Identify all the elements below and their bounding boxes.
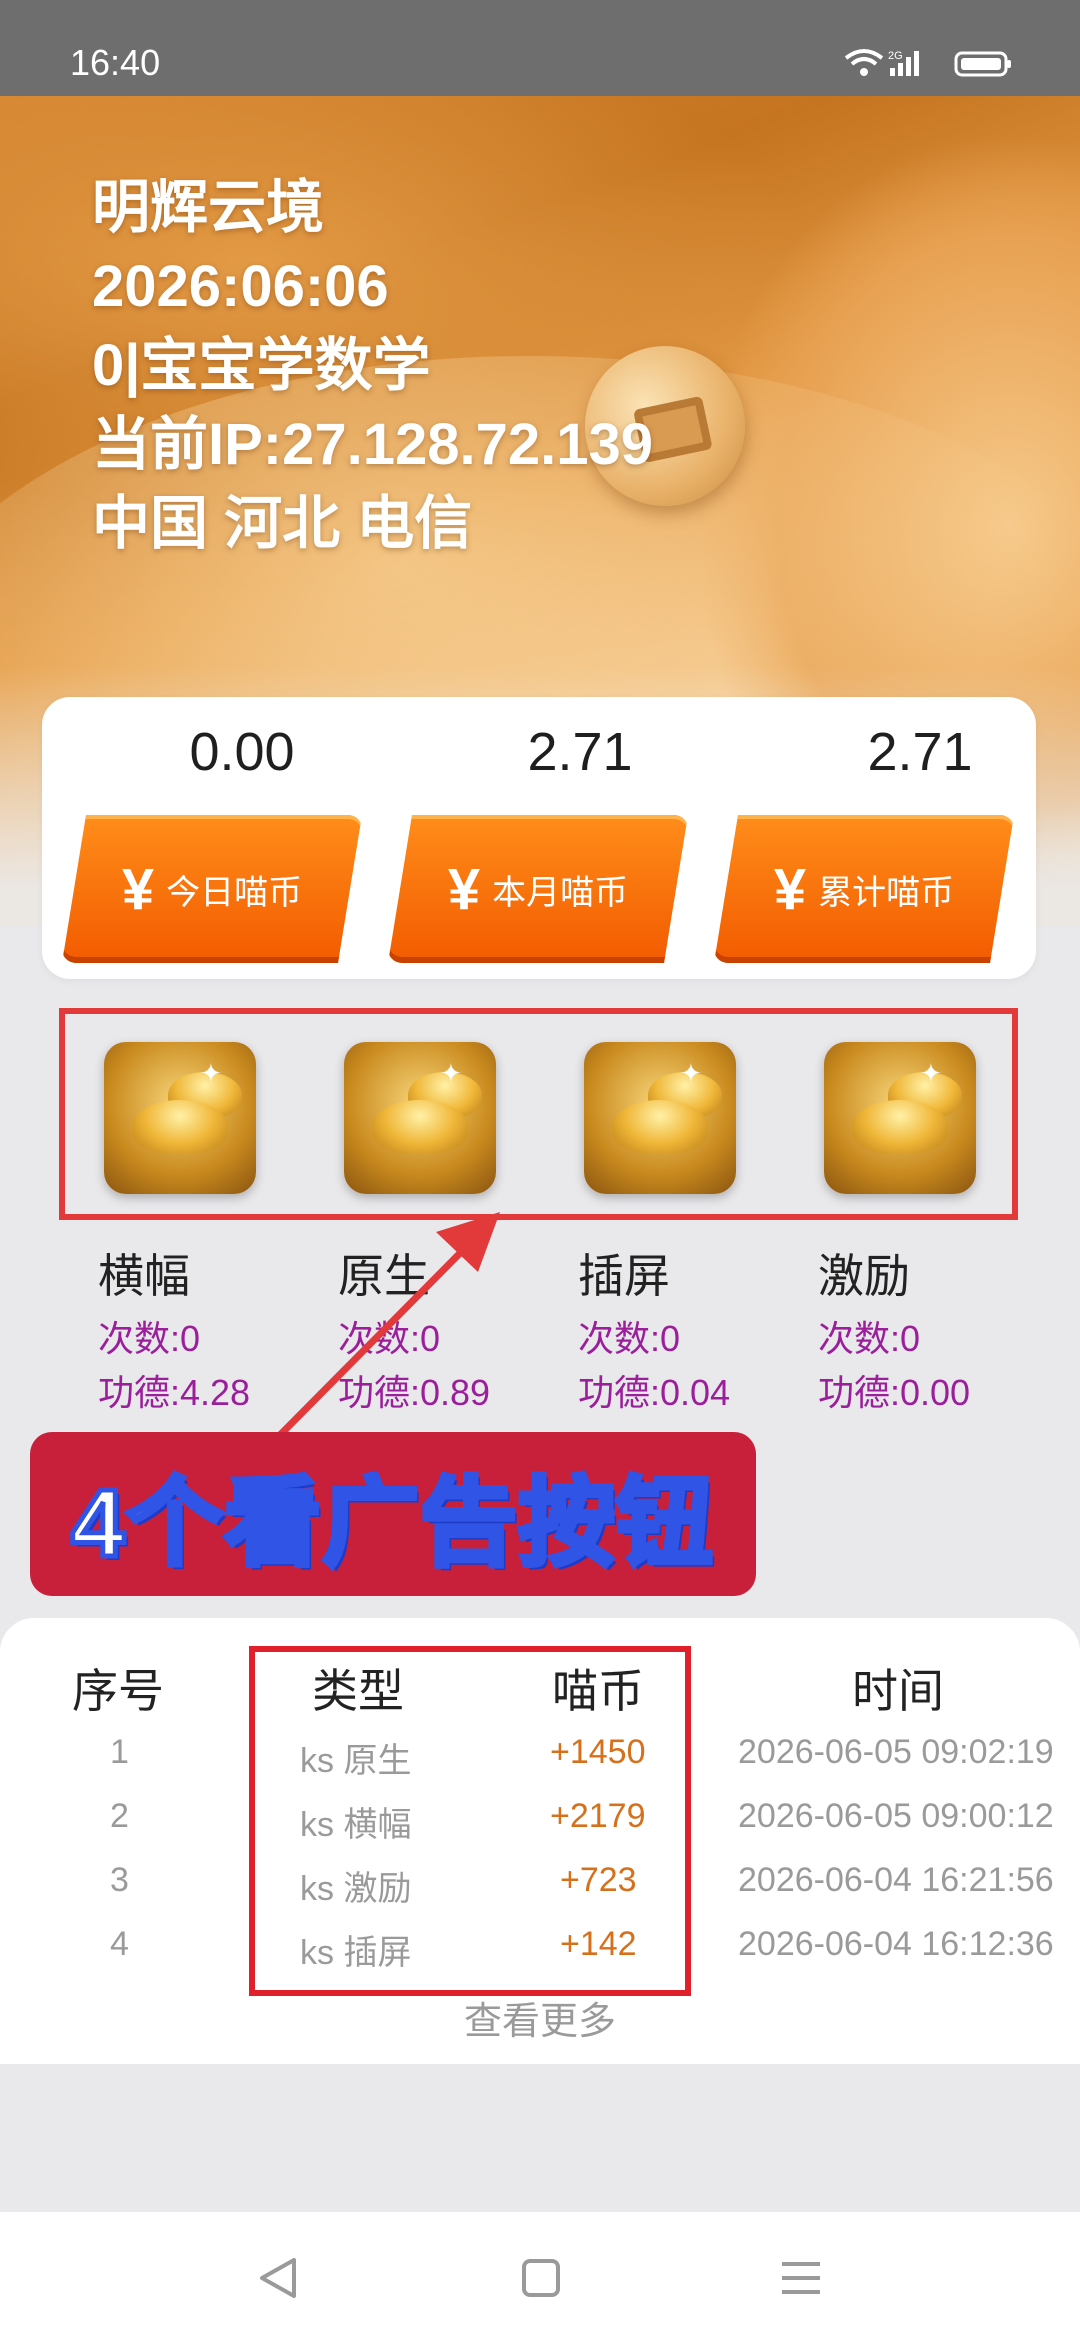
header-time: 时间 xyxy=(852,1665,944,1717)
native-ad-button[interactable]: ✦ xyxy=(344,1042,496,1194)
back-icon[interactable] xyxy=(254,2254,304,2302)
row-3-index: 3 xyxy=(110,1861,129,1899)
view-more-link[interactable]: 查看更多 xyxy=(0,1990,1080,2045)
stats-card: 0.00 2.71 2.71 ¥ 今日喵币 ¥ 本月喵币 ¥ 累计喵币 xyxy=(42,697,1036,979)
yen-icon: ¥ xyxy=(447,856,481,922)
today-coins-button[interactable]: ¥ 今日喵币 xyxy=(62,815,362,963)
gold-ingot-icon xyxy=(372,1100,468,1154)
rewarded-ad-button[interactable]: ✦ xyxy=(824,1042,976,1194)
annotation-banner-text: 4个看广告按钮 xyxy=(69,1467,715,1579)
today-coins-label: 今日喵币 xyxy=(166,873,303,912)
gold-ingot-icon xyxy=(852,1100,948,1154)
app-name: 明辉云境 xyxy=(92,175,325,240)
row-3-time: 2026-06-04 16:21:56 xyxy=(738,1861,1054,1899)
interstitial-ad-button[interactable]: ✦ xyxy=(584,1042,736,1194)
wifi-icon xyxy=(844,49,884,76)
interstitial-ad-label: 插屏 xyxy=(578,1250,670,1302)
account-text: 0|宝宝学数学 xyxy=(92,333,431,398)
row-1-coins: +1450 xyxy=(550,1733,646,1771)
row-1-index: 1 xyxy=(110,1733,129,1771)
today-coins-value: 0.00 xyxy=(189,722,295,782)
row-2-type: ks 横幅 xyxy=(300,1806,412,1844)
status-icons: 2G xyxy=(844,49,1011,77)
ip-text: 当前IP:27.128.72.139 xyxy=(92,412,654,477)
row-4-type: ks 插屏 xyxy=(300,1934,412,1972)
interstitial-ad-count: 次数:0 xyxy=(578,1318,681,1359)
total-coins-button[interactable]: ¥ 累计喵币 xyxy=(714,815,1014,963)
header-index: 序号 xyxy=(72,1665,164,1717)
row-4-time: 2026-06-04 16:12:36 xyxy=(738,1925,1054,1963)
row-1-time: 2026-06-05 09:02:19 xyxy=(738,1733,1054,1771)
month-coins-button[interactable]: ¥ 本月喵币 xyxy=(388,815,688,963)
month-coins-value: 2.71 xyxy=(527,722,633,782)
row-2-index: 2 xyxy=(110,1797,129,1835)
interstitial-ad-merit: 功德:0.04 xyxy=(578,1372,731,1413)
gold-ingot-icon xyxy=(612,1100,708,1154)
banner-ad-count: 次数:0 xyxy=(98,1318,201,1359)
row-4-coins: +142 xyxy=(560,1925,637,1963)
status-time: 16:40 xyxy=(70,42,161,83)
yen-icon: ¥ xyxy=(121,856,155,922)
status-bar: 16:40 2G xyxy=(0,0,1080,96)
total-coins-label: 累计喵币 xyxy=(818,873,955,912)
battery-icon xyxy=(954,51,1011,77)
row-1-type: ks 原生 xyxy=(300,1742,412,1780)
annotation-banner: 4个看广告按钮 xyxy=(30,1432,756,1596)
row-2-time: 2026-06-05 09:00:12 xyxy=(738,1797,1054,1835)
rewarded-ad-count: 次数:0 xyxy=(818,1318,921,1359)
row-3-coins: +723 xyxy=(560,1861,637,1899)
row-4-index: 4 xyxy=(110,1925,129,1963)
yen-icon: ¥ xyxy=(773,856,807,922)
month-coins-label: 本月喵币 xyxy=(492,873,629,912)
row-2-coins: +2179 xyxy=(550,1797,646,1835)
rewarded-ad-merit: 功德:0.00 xyxy=(818,1372,971,1413)
hero-info: 明辉云境 2026:06:06 0|宝宝学数学 当前IP:27.128.72.1… xyxy=(92,168,653,563)
banner-ad-button[interactable]: ✦ xyxy=(104,1042,256,1194)
location-text: 中国 河北 电信 xyxy=(92,491,473,556)
banner-ad-label: 横幅 xyxy=(98,1250,190,1302)
row-3-type: ks 激励 xyxy=(300,1870,412,1908)
total-coins-value: 2.71 xyxy=(867,722,973,782)
rewarded-ad-label: 激励 xyxy=(818,1250,910,1302)
annotation-arrow xyxy=(277,1212,500,1438)
banner-ad-merit: 功德:4.28 xyxy=(98,1372,251,1413)
date-text: 2026:06:06 xyxy=(92,254,389,319)
menu-icon[interactable] xyxy=(776,2254,826,2302)
gold-ingot-icon xyxy=(132,1100,228,1154)
home-icon[interactable] xyxy=(516,2254,566,2302)
system-nav-bar xyxy=(0,2212,1080,2340)
network-type-label: 2G xyxy=(888,50,903,62)
